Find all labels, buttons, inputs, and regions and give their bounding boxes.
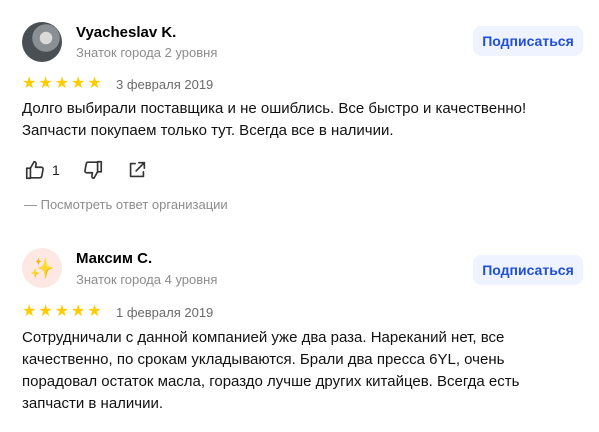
star-icon: ★ xyxy=(87,75,102,92)
star-icon: ★ xyxy=(22,75,37,92)
avatar[interactable]: ✨ xyxy=(22,248,62,288)
thumbs-down-icon xyxy=(83,160,102,180)
thumbs-up-icon xyxy=(25,160,44,180)
review-text: Сотрудничали с данной компанией уже два … xyxy=(22,329,520,412)
star-icon: ★ xyxy=(71,75,86,92)
star-icon: ★ xyxy=(54,75,70,92)
sparkles-icon: ✨ xyxy=(29,257,55,280)
avatar[interactable] xyxy=(22,22,62,62)
like-button[interactable]: 1 xyxy=(24,159,82,181)
share-icon xyxy=(129,161,145,178)
like-count: 1 xyxy=(52,162,60,178)
rating-stars: ★ ★ ★ ★ ★ xyxy=(22,304,102,320)
author-name[interactable]: Vyacheslav K. xyxy=(76,24,176,41)
review-date: 1 февраля 2019 xyxy=(116,305,214,320)
dislike-button[interactable] xyxy=(82,159,104,181)
star-icon: ★ xyxy=(38,303,53,320)
star-icon: ★ xyxy=(22,303,37,320)
star-icon: ★ xyxy=(71,303,86,320)
star-icon: ★ xyxy=(38,75,53,92)
star-icon: ★ xyxy=(87,303,102,320)
review-actions: 1 xyxy=(24,159,148,181)
author-level: Знаток города 4 уровня xyxy=(76,272,218,287)
author-name[interactable]: Максим С. xyxy=(76,250,152,267)
share-button[interactable] xyxy=(126,159,148,181)
subscribe-button[interactable]: Подписаться xyxy=(473,26,583,56)
subscribe-button[interactable]: Подписаться xyxy=(473,255,583,285)
author-level: Знаток города 2 уровня xyxy=(76,45,218,60)
rating-stars: ★ ★ ★ ★ ★ xyxy=(22,76,102,92)
review-date: 3 февраля 2019 xyxy=(116,77,214,92)
review-text: Долго выбирали поставщика и не ошиблись.… xyxy=(22,100,527,139)
view-organization-reply-link[interactable]: — Посмотреть ответ организации xyxy=(24,197,228,212)
star-icon: ★ xyxy=(54,303,70,320)
